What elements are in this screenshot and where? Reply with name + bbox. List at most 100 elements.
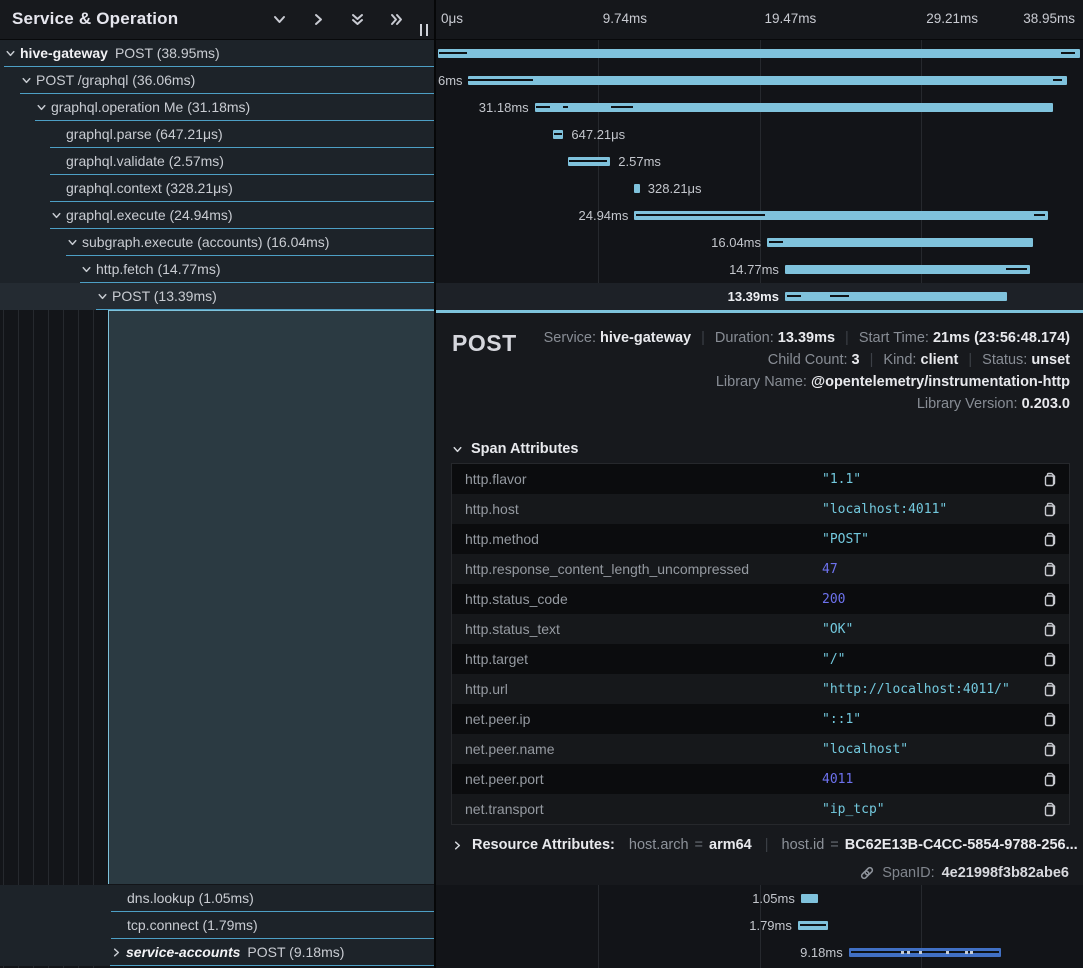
span-tree-row[interactable]: service-accountsPOST (9.18ms) (0, 939, 434, 966)
timeline-row[interactable]: 1.79ms (436, 912, 1083, 939)
chevron-down-icon (452, 444, 463, 455)
meta-value: 3 (852, 352, 860, 368)
timeline-row[interactable]: 24.94ms (436, 202, 1083, 229)
attribute-row: http.response_content_length_uncompresse… (452, 554, 1069, 584)
timeline-row[interactable]: 2.57ms (436, 148, 1083, 175)
operation-name: graphql.context (328.21μs) (66, 180, 233, 196)
timeline-row[interactable]: 31.18ms (436, 94, 1083, 121)
span-tree-row[interactable]: graphql.execute (24.94ms) (0, 202, 434, 229)
copy-icon[interactable] (1035, 711, 1069, 727)
attribute-key: http.target (452, 651, 822, 667)
span-bar[interactable] (785, 265, 1030, 274)
span-bar[interactable] (438, 49, 1080, 58)
copy-icon[interactable] (1035, 531, 1069, 547)
span-tree-row[interactable]: POST /graphql (36.06ms) (0, 67, 434, 94)
span-event-dot (901, 951, 904, 954)
chevron-down-icon[interactable] (21, 75, 32, 86)
span-detail-panel: POST Service: hive-gateway|Duration: 13.… (436, 310, 1083, 885)
attribute-key: http.url (452, 681, 822, 697)
copy-icon[interactable] (1035, 591, 1069, 607)
span-row-label: graphql.context (328.21μs) (66, 180, 233, 196)
timeline-row[interactable]: 16.04ms (436, 229, 1083, 256)
span-tree-row[interactable]: tcp.connect (1.79ms) (0, 912, 434, 939)
timeline-row[interactable]: 647.21μs (436, 121, 1083, 148)
selected-span-detail-spacer (108, 310, 434, 884)
copy-icon[interactable] (1035, 471, 1069, 487)
copy-icon[interactable] (1035, 681, 1069, 697)
link-icon[interactable] (859, 865, 875, 881)
copy-icon[interactable] (1035, 651, 1069, 667)
span-bar[interactable] (785, 292, 1007, 301)
span-tree-row[interactable]: subgraph.execute (accounts) (16.04ms) (0, 229, 434, 256)
chevron-right-icon[interactable] (311, 12, 326, 27)
span-bar[interactable] (634, 184, 639, 193)
span-tree-row[interactable]: graphql.validate (2.57ms) (0, 148, 434, 175)
span-attributes-toggle[interactable]: Span Attributes (452, 441, 578, 457)
meta-label: Library Version: (917, 396, 1022, 412)
child-span-marker (563, 106, 568, 108)
resource-attributes-preview: host.arch=arm64|host.id=BC62E13B-C4CC-58… (629, 837, 1078, 853)
column-resizer-handle[interactable] (420, 24, 428, 36)
span-tree-row[interactable]: graphql.operation Me (31.18ms) (0, 94, 434, 121)
chevron-down-icon[interactable] (97, 291, 108, 302)
resource-key: host.arch (629, 837, 689, 853)
attribute-value: "ip_tcp" (822, 802, 1035, 817)
copy-icon[interactable] (1035, 801, 1069, 817)
span-row-label: subgraph.execute (accounts) (16.04ms) (82, 234, 329, 250)
span-tree-row[interactable]: http.fetch (14.77ms) (0, 256, 434, 283)
double-chevron-right-icon[interactable] (389, 12, 404, 27)
meta-label: Library Name: (716, 374, 811, 390)
copy-icon[interactable] (1035, 501, 1069, 517)
child-span-marker (800, 924, 827, 926)
double-chevron-down-icon[interactable] (350, 12, 365, 27)
chevron-right-icon[interactable] (111, 947, 122, 958)
timeline-row[interactable] (436, 40, 1083, 67)
copy-icon[interactable] (1035, 621, 1069, 637)
span-tree-row[interactable]: dns.lookup (1.05ms) (0, 885, 434, 912)
span-tree-row[interactable]: hive-gatewayPOST (38.95ms) (0, 40, 434, 67)
span-tree-row[interactable]: graphql.context (328.21μs) (0, 175, 434, 202)
timeline-row[interactable]: 13.39ms (436, 283, 1083, 310)
chevron-right-icon[interactable] (452, 840, 463, 851)
copy-icon[interactable] (1035, 561, 1069, 577)
meta-label: Kind: (883, 352, 920, 368)
span-tree-row[interactable]: graphql.parse (647.21μs) (0, 121, 434, 148)
meta-value: hive-gateway (600, 330, 691, 346)
chevron-down-icon[interactable] (51, 210, 62, 221)
span-bar[interactable] (801, 894, 818, 903)
child-span-marker (1053, 79, 1063, 81)
timeline-row[interactable]: 328.21μs (436, 175, 1083, 202)
meta-value: 0.203.0 (1022, 396, 1070, 412)
attribute-row: http.flavor"1.1" (452, 464, 1069, 494)
span-event-dot (965, 951, 968, 954)
resource-separator: | (765, 837, 769, 853)
attribute-value: "1.1" (822, 472, 1035, 487)
copy-icon[interactable] (1035, 741, 1069, 757)
span-bar[interactable] (767, 238, 1033, 247)
operation-name: graphql.operation Me (31.18ms) (51, 99, 250, 115)
span-tree-row[interactable]: POST (13.39ms) (0, 283, 434, 310)
chevron-down-icon[interactable] (81, 264, 92, 275)
timeline-row[interactable]: 14.77ms (436, 256, 1083, 283)
copy-icon[interactable] (1035, 771, 1069, 787)
operation-name: graphql.validate (2.57ms) (66, 153, 224, 169)
child-span-marker (536, 106, 550, 108)
attribute-key: http.host (452, 501, 822, 517)
service-name: hive-gateway (20, 45, 108, 61)
duration-label: 1.05ms (752, 891, 795, 906)
duration-label: 24.94ms (579, 208, 629, 223)
timeline-row[interactable]: 6ms (436, 67, 1083, 94)
timeline-row[interactable]: 1.05ms (436, 885, 1083, 912)
span-event-dot (919, 951, 922, 954)
resource-value: arm64 (709, 837, 752, 853)
operation-name: subgraph.execute (accounts) (16.04ms) (82, 234, 329, 250)
attribute-key: net.peer.port (452, 771, 822, 787)
chevron-down-icon[interactable] (5, 48, 16, 59)
chevron-down-icon[interactable] (67, 237, 78, 248)
chevron-down-icon[interactable] (36, 102, 47, 113)
timeline-row[interactable]: 9.18ms (436, 939, 1083, 966)
span-bar[interactable] (468, 76, 1067, 85)
chevron-down-icon[interactable] (272, 12, 287, 27)
child-span-marker (554, 133, 562, 135)
ruler-tick-label: 29.21ms (926, 11, 978, 26)
